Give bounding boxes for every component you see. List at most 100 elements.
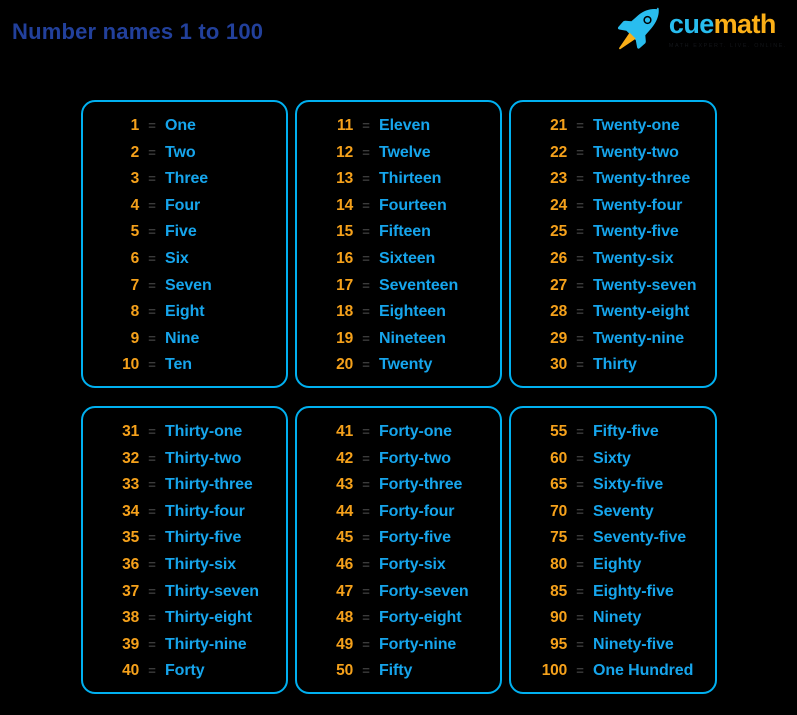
row-number: 10: [122, 356, 139, 374]
row-number-name: Six: [165, 249, 189, 267]
number-row: 6 = Six: [83, 246, 286, 273]
equals-sign: =: [576, 357, 584, 373]
equals-sign: =: [576, 144, 584, 160]
number-row: 32 = Thirty-two: [83, 446, 286, 473]
number-row: 1 = One: [83, 113, 286, 140]
row-number-name: Thirty-seven: [165, 582, 259, 600]
row-number-name: Seventy-five: [593, 529, 687, 547]
card-41-to-50: 41 = Forty-one 42 = Forty-two 43 = Forty-three 44…: [295, 406, 502, 694]
row-number: 32: [122, 449, 139, 467]
number-row: 4 = Four: [83, 193, 286, 220]
row-number-name: Fifty-five: [593, 423, 659, 440]
number-row: 25 = Twenty-five: [511, 219, 715, 246]
row-number-name: Ninety-five: [593, 635, 674, 653]
number-row: 12 = Twelve: [297, 140, 500, 167]
row-number-name: Fifty: [379, 662, 413, 680]
row-number-name: Twenty-six: [593, 249, 674, 267]
row-number: 100: [541, 662, 567, 680]
row-number-name: Twelve: [379, 143, 431, 161]
row-number: 18: [336, 303, 353, 321]
row-number: 28: [550, 303, 567, 321]
equals-sign: =: [148, 224, 156, 240]
equals-sign: =: [148, 118, 156, 133]
row-number: 33: [122, 476, 139, 494]
row-number: 29: [550, 329, 567, 347]
number-row: 11 = Eleven: [297, 113, 500, 140]
equals-sign: =: [148, 277, 156, 293]
equals-sign: =: [576, 118, 584, 133]
number-row: 45 = Forty-five: [297, 525, 500, 552]
row-number: 3: [130, 170, 140, 188]
equals-sign: =: [576, 503, 584, 519]
row-number: 21: [550, 117, 567, 134]
row-number: 25: [550, 223, 567, 241]
number-row: 65 = Sixty-five: [511, 472, 715, 499]
row-number-name: Twenty-eight: [593, 303, 690, 321]
number-row: 7 = Seven: [83, 273, 286, 300]
row-number-name: Thirty-nine: [165, 635, 247, 653]
number-row: 8 = Eight: [83, 299, 286, 326]
row-number: 43: [336, 476, 353, 494]
equals-sign: =: [148, 530, 156, 546]
row-number-name: Forty-four: [379, 502, 455, 520]
equals-sign: =: [576, 663, 584, 679]
row-number: 14: [336, 196, 353, 214]
number-row: 41 = Forty-one: [297, 419, 500, 446]
row-number: 7: [130, 276, 140, 294]
cuemath-logo[interactable]: cuemath MATH EXPERT. LIVE. ONLINE.: [616, 7, 787, 51]
equals-sign: =: [362, 304, 370, 320]
number-row: 85 = Eighty-five: [511, 579, 715, 606]
number-row: 55 = Fifty-five: [511, 419, 715, 446]
row-number-name: Two: [165, 143, 196, 161]
row-number: 22: [550, 143, 567, 161]
number-row: 30 = Thirty: [511, 352, 715, 379]
row-number: 41: [336, 423, 353, 440]
equals-sign: =: [148, 171, 156, 187]
equals-sign: =: [576, 424, 584, 439]
rocket-icon: [617, 7, 659, 50]
row-number: 40: [122, 662, 139, 680]
number-row: 47 = Forty-seven: [297, 579, 500, 606]
equals-sign: =: [362, 424, 370, 439]
row-number-name: Seven: [165, 276, 212, 294]
row-number-name: Fifteen: [379, 223, 431, 241]
equals-sign: =: [362, 197, 370, 213]
row-number-name: One: [165, 117, 196, 134]
equals-sign: =: [362, 583, 370, 599]
number-row: 16 = Sixteen: [297, 246, 500, 273]
equals-sign: =: [576, 304, 584, 320]
equals-sign: =: [576, 277, 584, 293]
cuemath-wordmark: cuemath MATH EXPERT. LIVE. ONLINE.: [668, 9, 787, 50]
number-row: 90 = Ninety: [511, 605, 715, 632]
equals-sign: =: [148, 503, 156, 519]
row-number: 30: [550, 356, 567, 374]
number-row: 17 = Seventeen: [297, 273, 500, 300]
equals-sign: =: [148, 424, 156, 439]
equals-sign: =: [576, 583, 584, 599]
number-row: 14 = Fourteen: [297, 193, 500, 220]
card-1-to-10: 1 = One 2 = Two 3 = Three 4 = Four 5 = Five 6 = Six 7 = Seve…: [81, 100, 288, 388]
equals-sign: =: [576, 197, 584, 213]
row-number-name: Thirty-six: [165, 555, 237, 573]
number-row: 18 = Eighteen: [297, 299, 500, 326]
row-number: 37: [122, 582, 139, 600]
row-number: 4: [130, 196, 140, 214]
row-number: 50: [336, 662, 353, 680]
equals-sign: =: [362, 357, 370, 373]
equals-sign: =: [576, 330, 584, 346]
number-row: 3 = Three: [83, 166, 286, 193]
number-row: 2 = Two: [83, 140, 286, 167]
number-row: 42 = Forty-two: [297, 446, 500, 473]
row-number-name: Twenty-five: [593, 223, 679, 241]
row-number-name: Forty-nine: [379, 635, 457, 653]
equals-sign: =: [362, 450, 370, 466]
row-number: 90: [550, 609, 567, 627]
number-row: 36 = Thirty-six: [83, 552, 286, 579]
row-number-name: Forty-one: [379, 423, 452, 440]
equals-sign: =: [362, 118, 370, 133]
wordmark-cue: cue: [668, 9, 714, 39]
row-number: 70: [550, 502, 567, 520]
row-number: 47: [336, 582, 353, 600]
number-row: 46 = Forty-six: [297, 552, 500, 579]
row-number-name: Twenty-four: [593, 196, 683, 214]
